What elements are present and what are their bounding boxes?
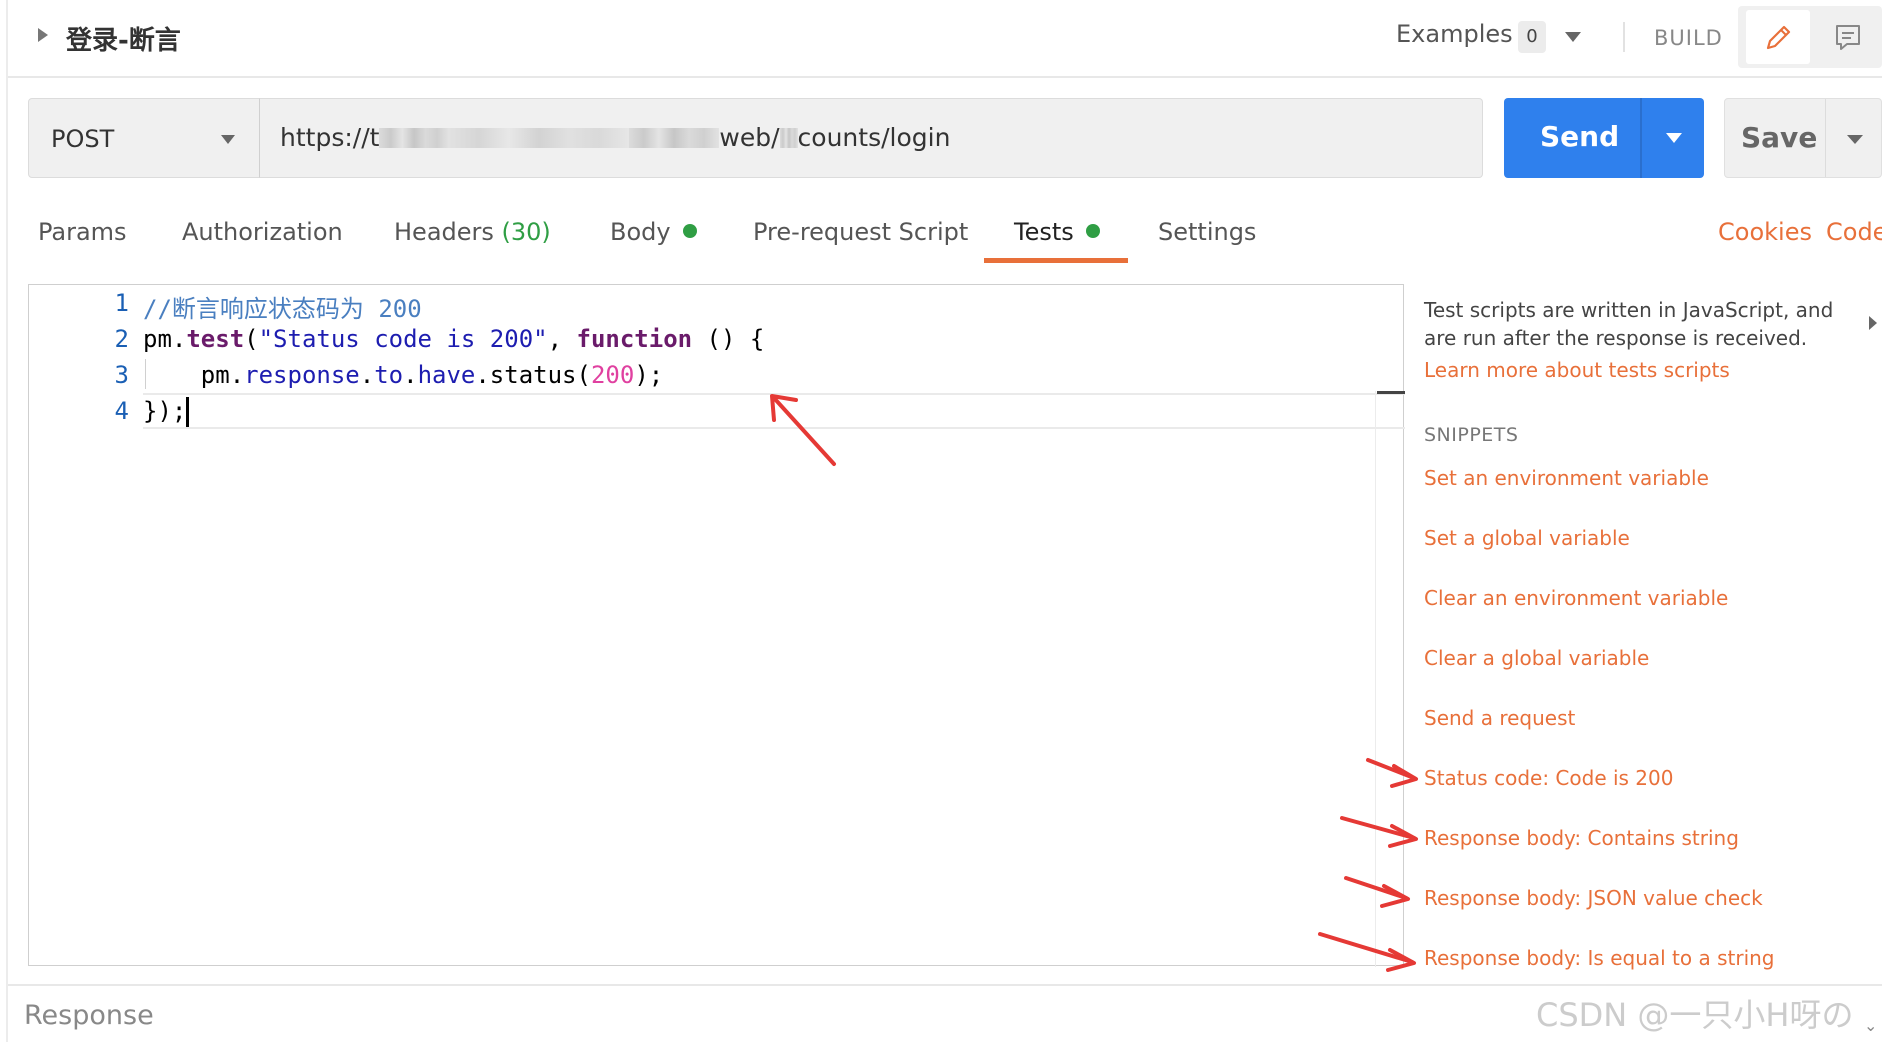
build-mode-label[interactable]: BUILD	[1654, 26, 1723, 50]
editor-minimap-border	[1375, 391, 1376, 967]
current-line-highlight	[143, 393, 1405, 429]
code-token: to	[374, 361, 404, 389]
learn-more-link[interactable]: Learn more about tests scripts	[1424, 358, 1730, 382]
code-token: );	[634, 361, 664, 389]
tab-tests-label: Tests	[1014, 218, 1074, 246]
code-line-2: pm.test("Status code is 200", function (…	[143, 325, 764, 353]
snippet-status-code-200[interactable]: Status code: Code is 200	[1424, 766, 1673, 790]
snippet-clear-environment-variable[interactable]: Clear an environment variable	[1424, 586, 1728, 610]
url-input[interactable]: https://t web/counts/login	[259, 98, 1483, 178]
code-token: response	[244, 361, 360, 389]
url-prefix: https://t	[280, 123, 380, 152]
comment-icon	[1836, 25, 1860, 50]
active-tab-indicator	[984, 258, 1128, 263]
code-number: 200	[590, 361, 635, 389]
tab-params[interactable]: Params	[38, 218, 127, 246]
tab-body[interactable]: Body	[610, 218, 697, 246]
code-token: () {	[692, 325, 765, 353]
tab-body-label: Body	[610, 218, 671, 246]
examples-count-badge: 0	[1518, 21, 1546, 53]
tab-authorization[interactable]: Authorization	[182, 218, 343, 246]
chevron-down-icon: ⌄	[1864, 1016, 1878, 1035]
send-button[interactable]: Send	[1504, 98, 1704, 178]
snippet-set-environment-variable[interactable]: Set an environment variable	[1424, 466, 1709, 490]
code-token: have	[417, 361, 476, 389]
url-suffix: counts/login	[797, 123, 951, 152]
line-number: 3	[114, 361, 129, 389]
line-number: 1	[114, 289, 129, 317]
snippet-json-value-check[interactable]: Response body: JSON value check	[1424, 886, 1763, 910]
window-left-border	[6, 0, 8, 1042]
code-line-3: pm.response.to.have.status(200);	[143, 361, 663, 389]
code-line-4: });	[143, 397, 186, 425]
method-value: POST	[51, 125, 115, 153]
pencil-icon	[1766, 25, 1791, 50]
tests-description: Test scripts are written in JavaScript, …	[1424, 298, 1834, 350]
cookies-link[interactable]: Cookies	[1718, 218, 1812, 246]
examples-label[interactable]: Examples	[1396, 20, 1513, 48]
tests-code-editor[interactable]: 1 2 3 4 //断言响应状态码为 200 pm.test("Status c…	[28, 284, 1405, 967]
status-dot-icon	[1085, 224, 1100, 238]
redacted-blur	[379, 128, 450, 148]
code-token: .	[359, 361, 375, 389]
send-options-chevron-down-icon[interactable]	[1666, 133, 1682, 143]
code-token: .	[403, 361, 418, 389]
code-token: (	[244, 325, 259, 353]
response-section-label[interactable]: Response	[24, 1000, 154, 1031]
line-number: 4	[114, 397, 129, 425]
redacted-blur	[449, 128, 630, 148]
text-cursor	[186, 397, 189, 427]
redacted-blur	[629, 128, 720, 148]
save-button[interactable]: Save	[1724, 98, 1882, 178]
save-label: Save	[1741, 121, 1818, 154]
snippet-set-global-variable[interactable]: Set a global variable	[1424, 526, 1630, 550]
edit-mode-button[interactable]	[1746, 10, 1810, 64]
collapse-sidebar-caret-right-icon[interactable]	[1869, 316, 1877, 330]
examples-chevron-down-icon[interactable]	[1565, 32, 1581, 42]
code-token: pm.	[143, 325, 187, 353]
tab-headers-label: Headers	[394, 218, 494, 246]
chevron-down-icon	[221, 135, 235, 144]
tab-headers[interactable]: Headers (30)	[394, 218, 551, 246]
code-token: ,	[547, 325, 577, 353]
code-token: test	[186, 325, 245, 353]
code-token: .status(	[475, 361, 591, 389]
snippets-heading: SNIPPETS	[1424, 424, 1519, 446]
collapse-caret-icon[interactable]	[38, 28, 48, 42]
request-header: 登录-断言 Examples 0 BUILD	[8, 0, 1882, 78]
save-options-chevron-down-icon[interactable]	[1847, 135, 1863, 144]
url-mid: web/	[719, 123, 780, 152]
url-value: https://t web/counts/login	[280, 123, 950, 152]
divider	[1640, 98, 1642, 178]
code-string: "Status code is 200"	[258, 325, 548, 353]
tab-tests[interactable]: Tests	[1014, 218, 1100, 246]
snippet-send-request[interactable]: Send a request	[1424, 706, 1575, 730]
comments-button[interactable]	[1818, 10, 1878, 64]
code-token: });	[143, 397, 187, 425]
divider	[1825, 99, 1826, 177]
code-link[interactable]: Code	[1826, 218, 1882, 246]
tab-settings[interactable]: Settings	[1158, 218, 1256, 246]
code-comment: //断言响应状态码为 200	[143, 295, 422, 323]
tab-pre-request-script[interactable]: Pre-request Script	[753, 218, 968, 246]
status-dot-icon	[682, 224, 697, 238]
headers-count: (30)	[501, 218, 551, 246]
line-number: 2	[114, 325, 129, 353]
redacted-blur	[779, 128, 798, 148]
code-keyword: function	[576, 325, 693, 353]
scrollbar-thumb[interactable]	[1377, 391, 1405, 394]
watermark: CSDN @一只小H呀の	[1536, 996, 1854, 1034]
method-select[interactable]: POST	[28, 98, 260, 178]
response-divider	[8, 984, 1882, 986]
snippet-clear-global-variable[interactable]: Clear a global variable	[1424, 646, 1649, 670]
snippet-body-contains-string[interactable]: Response body: Contains string	[1424, 826, 1739, 850]
code-line-1: //断言响应状态码为 200	[143, 289, 422, 324]
code-token: pm.	[200, 361, 245, 389]
snippet-body-equal-string[interactable]: Response body: Is equal to a string	[1424, 946, 1775, 970]
send-label: Send	[1540, 120, 1620, 153]
divider	[1623, 22, 1625, 52]
request-title[interactable]: 登录-断言	[66, 20, 181, 57]
